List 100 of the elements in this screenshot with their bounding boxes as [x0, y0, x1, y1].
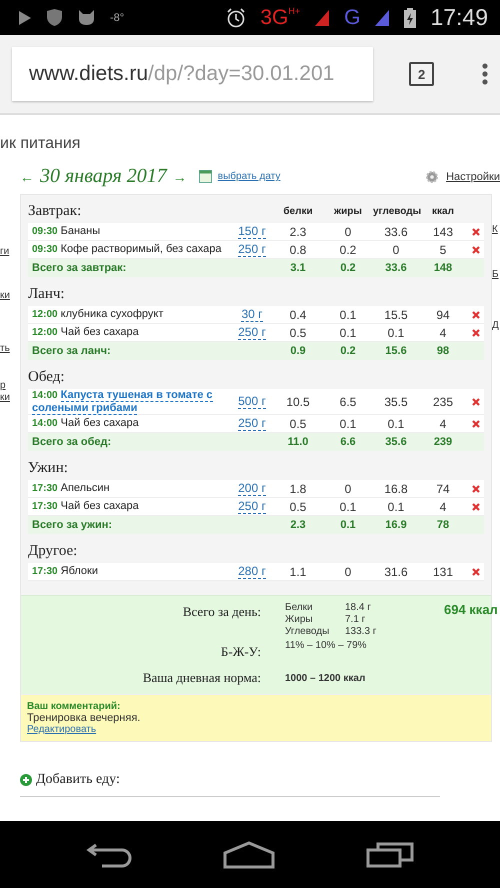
amount-link[interactable]: 250 г	[238, 326, 266, 340]
table-cell-text: 0.4	[288, 308, 308, 322]
delete-icon[interactable]	[472, 420, 480, 428]
gear-icon	[426, 170, 438, 182]
side-link[interactable]: ки	[0, 392, 20, 403]
previous-day-link[interactable]: ←	[20, 168, 34, 184]
summary-label: Ваша дневная норма:	[142, 669, 261, 686]
amount-link[interactable]: 200 г	[238, 482, 266, 496]
total-cell-text: 239	[432, 436, 454, 448]
total-cell-text: 0.9	[289, 345, 307, 357]
table-cell-text: 4	[438, 500, 448, 514]
network-type: H+	[288, 6, 300, 16]
table-cell-text: 0.8	[288, 242, 308, 256]
amount-link[interactable]: 30 г	[241, 308, 263, 322]
table-cell-text: 0.5	[288, 500, 308, 514]
side-link[interactable]: К	[492, 224, 500, 235]
side-link[interactable]: Б	[492, 269, 500, 280]
table-cell-text: 94	[435, 308, 451, 322]
table-cell-text: 0.1	[338, 326, 358, 340]
table-cell-text: 1.1	[288, 564, 308, 578]
network-type: 3G	[260, 6, 288, 30]
table-cell-text: 0.1	[338, 416, 358, 430]
nutrient-name: Жиры	[285, 614, 314, 626]
address-bar[interactable]: www.diets.ru/dp/?day=30.01.201	[12, 47, 374, 101]
comment-text: Тренировка вечерняя.	[27, 712, 140, 724]
signal-icon	[314, 8, 330, 26]
add-icon[interactable]	[20, 774, 32, 786]
side-link[interactable]: ть	[0, 343, 20, 354]
edit-link[interactable]: Редактировать	[27, 724, 96, 735]
table-cell-text: 0.1	[386, 500, 406, 514]
side-link[interactable]: ки	[0, 290, 20, 301]
column-header: углеводы	[373, 206, 419, 216]
nutrient-value: 133.3 г	[345, 626, 378, 638]
table-cell-text: 0.5	[288, 416, 308, 430]
table-cell-text: 143	[432, 224, 454, 238]
battery-icon	[404, 8, 416, 28]
amount-link[interactable]: 500 г	[238, 394, 266, 408]
total-cell-text: 16.9	[384, 519, 408, 531]
delete-icon[interactable]	[472, 398, 480, 406]
menu-icon[interactable]	[482, 63, 488, 85]
delete-icon[interactable]	[472, 328, 480, 336]
total-cell-text: 78	[436, 519, 450, 531]
amount-link[interactable]: 250 г	[238, 500, 266, 514]
delete-icon[interactable]	[472, 484, 480, 492]
amount-link[interactable]: 150 г	[238, 224, 266, 238]
total-cell-text: 3.1	[289, 262, 307, 274]
back-icon[interactable]	[86, 842, 132, 868]
amount-link[interactable]: 280 г	[238, 564, 266, 578]
page-title: ик питания	[0, 135, 82, 153]
amount-link[interactable]: 250 г	[238, 416, 266, 430]
delete-icon[interactable]	[472, 502, 480, 510]
total-label: Всего за завтрак:	[31, 262, 128, 274]
pick-date-link[interactable]: выбрать дату	[218, 171, 280, 182]
delete-icon[interactable]	[472, 228, 480, 236]
table-cell-text: 1.8	[288, 482, 308, 496]
home-icon[interactable]	[222, 840, 275, 868]
meal-title: Обед:	[28, 368, 66, 386]
table-cell-text: 0	[344, 564, 352, 578]
nutrient-value: 18.4 г	[345, 602, 372, 614]
meal-title: Завтрак:	[28, 202, 82, 220]
signal-icon	[374, 8, 390, 26]
next-day-link[interactable]: →	[172, 168, 187, 184]
table-cell-text: 131	[432, 564, 454, 578]
table-cell-text: 0.1	[338, 308, 358, 322]
total-cell-text: 6.6	[339, 436, 357, 448]
delete-icon[interactable]	[472, 246, 480, 254]
amount-link[interactable]: 250 г	[238, 242, 266, 256]
summary-label: Всего за день:	[182, 603, 261, 621]
table-cell-text: 4	[438, 416, 448, 430]
column-header: жиры	[333, 206, 363, 216]
table-cell-text: 235	[432, 394, 454, 408]
temperature: -8°	[110, 12, 124, 24]
table-cell-text: 31.6	[383, 564, 409, 578]
food-name: 17:30 Апельсин	[31, 482, 111, 495]
network-type: G	[344, 6, 360, 30]
total-calories: 694 ккал	[444, 602, 499, 619]
table-cell-text: 0	[344, 482, 352, 496]
shield-icon	[46, 8, 63, 27]
recent-apps-icon[interactable]	[366, 842, 414, 868]
comment-label: Ваш комментарий:	[27, 701, 120, 712]
table-cell-text: 0.5	[288, 326, 308, 340]
total-cell-text: 0.1	[339, 519, 357, 531]
app-icon	[77, 9, 96, 26]
food-name: 09:30 Кофе растворимый, без сахара	[31, 243, 222, 256]
side-link[interactable]: р	[0, 380, 20, 391]
total-label: Всего за ланч:	[31, 345, 112, 357]
side-link[interactable]: ги	[0, 246, 20, 257]
delete-icon[interactable]	[472, 568, 480, 576]
delete-icon[interactable]	[472, 310, 480, 318]
summary-label: Б-Ж-У:	[220, 643, 261, 660]
calendar-icon	[198, 170, 212, 183]
side-link[interactable]: Д	[492, 320, 500, 331]
total-cell-text: 2.3	[289, 519, 307, 531]
settings-link[interactable]: Настройки	[446, 170, 500, 182]
food-name: 12:00 Чай без сахара	[31, 326, 140, 339]
column-header: ккал	[431, 206, 455, 216]
nutrient-name: Углеводы	[285, 626, 330, 638]
tab-switcher-button[interactable]: 2	[409, 62, 434, 86]
meal-title: Другое:	[28, 542, 78, 560]
daily-norm-value: 1000 – 1200 ккал	[285, 672, 366, 686]
